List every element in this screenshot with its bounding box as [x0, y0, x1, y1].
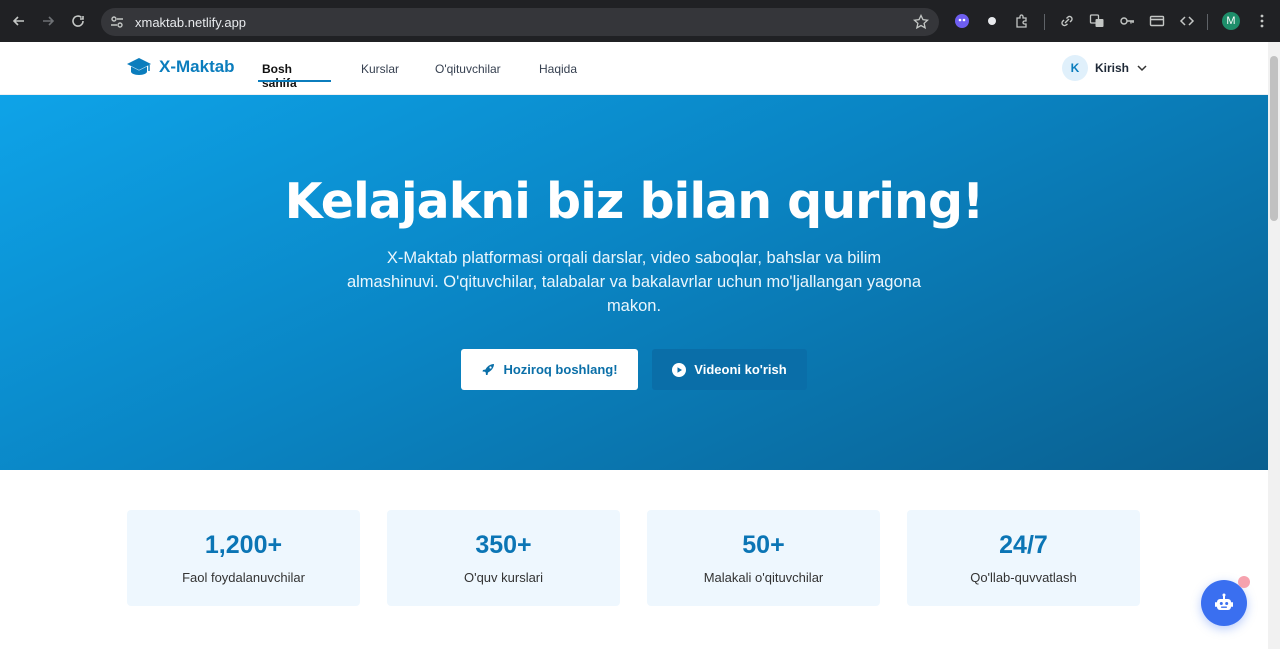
nav-item-home[interactable]: Bosh sahifa [262, 62, 297, 90]
toolbar-divider [1207, 14, 1208, 30]
hero-section: Kelajakni biz bilan quring! X-Maktab pla… [0, 95, 1268, 470]
browser-toolbar: xmaktab.netlify.app M [0, 0, 1280, 42]
devtools-code-icon[interactable] [1177, 11, 1197, 31]
robot-icon [1215, 593, 1233, 610]
stat-value: 350+ [475, 531, 532, 559]
logo-text: X-Maktab [159, 57, 235, 76]
hero-subtitle: X-Maktab platformasi orqali darslar, vid… [346, 249, 922, 315]
toolbar-divider [1044, 14, 1045, 30]
link-icon[interactable] [1057, 11, 1077, 31]
site-header: X-Maktab Bosh sahifa Kurslar O'qituvchil… [0, 42, 1268, 95]
stat-label: O'quv kurslari [463, 570, 544, 585]
stat-label: Malakali o'qituvchilar [703, 570, 824, 585]
stat-card: 50+ Malakali o'qituvchilar [647, 510, 880, 606]
address-bar[interactable]: xmaktab.netlify.app [101, 8, 939, 36]
stat-label: Qo'llab-quvvatlash [970, 570, 1077, 585]
forward-icon[interactable] [33, 6, 63, 36]
user-menu[interactable]: K Kirish [1062, 55, 1148, 81]
stats-section: 1,200+ Faol foydalanuvchilar 350+ O'quv … [127, 510, 1140, 606]
payment-card-icon[interactable] [1147, 11, 1167, 31]
watch-video-button[interactable]: Videoni ko'rish [652, 349, 807, 390]
watch-video-label: Videoni ko'rish [694, 362, 787, 377]
url-text[interactable]: xmaktab.netlify.app [135, 15, 246, 30]
start-now-button[interactable]: Hoziroq boshlang! [461, 349, 638, 390]
extensions-puzzle-icon[interactable] [1012, 11, 1032, 31]
user-menu-label: Kirish [1095, 61, 1130, 75]
user-avatar: K [1062, 55, 1088, 81]
stat-label: Faol foydalanuvchilar [182, 570, 305, 585]
stat-card: 1,200+ Faol foydalanuvchilar [127, 510, 360, 606]
page-scrollbar[interactable] [1268, 42, 1280, 649]
graduation-cap-icon [127, 58, 151, 75]
more-menu-icon[interactable] [1252, 11, 1272, 31]
site-settings-icon[interactable] [109, 14, 125, 30]
stat-value: 24/7 [999, 531, 1048, 559]
hero-title: Kelajakni biz bilan quring! [284, 173, 985, 230]
active-nav-underline [258, 80, 331, 82]
play-circle-icon [672, 362, 687, 377]
stat-value: 1,200+ [204, 531, 283, 559]
scrollbar-thumb[interactable] [1270, 56, 1278, 221]
bookmark-star-icon[interactable] [913, 14, 929, 30]
stat-card: 350+ O'quv kurslari [387, 510, 620, 606]
extension-dot-icon[interactable] [982, 11, 1002, 31]
site-logo[interactable]: X-Maktab [126, 57, 235, 77]
start-now-label: Hoziroq boshlang! [503, 362, 618, 377]
chevron-down-icon [1137, 65, 1147, 72]
stat-value: 50+ [742, 531, 785, 559]
notification-dot [1238, 576, 1250, 588]
reload-icon[interactable] [63, 6, 93, 36]
back-icon[interactable] [4, 6, 34, 36]
stat-card: 24/7 Qo'llab-quvvatlash [907, 510, 1140, 606]
password-key-icon[interactable] [1117, 11, 1137, 31]
nav-item-about[interactable]: Haqida [539, 62, 577, 76]
translate-icon[interactable] [1087, 11, 1107, 31]
profile-avatar[interactable]: M [1222, 12, 1240, 30]
nav-item-courses[interactable]: Kurslar [361, 62, 399, 76]
rocket-icon [482, 363, 495, 375]
extension-ghost-icon[interactable] [952, 11, 972, 31]
nav-item-teachers[interactable]: O'qituvchilar [435, 62, 501, 76]
